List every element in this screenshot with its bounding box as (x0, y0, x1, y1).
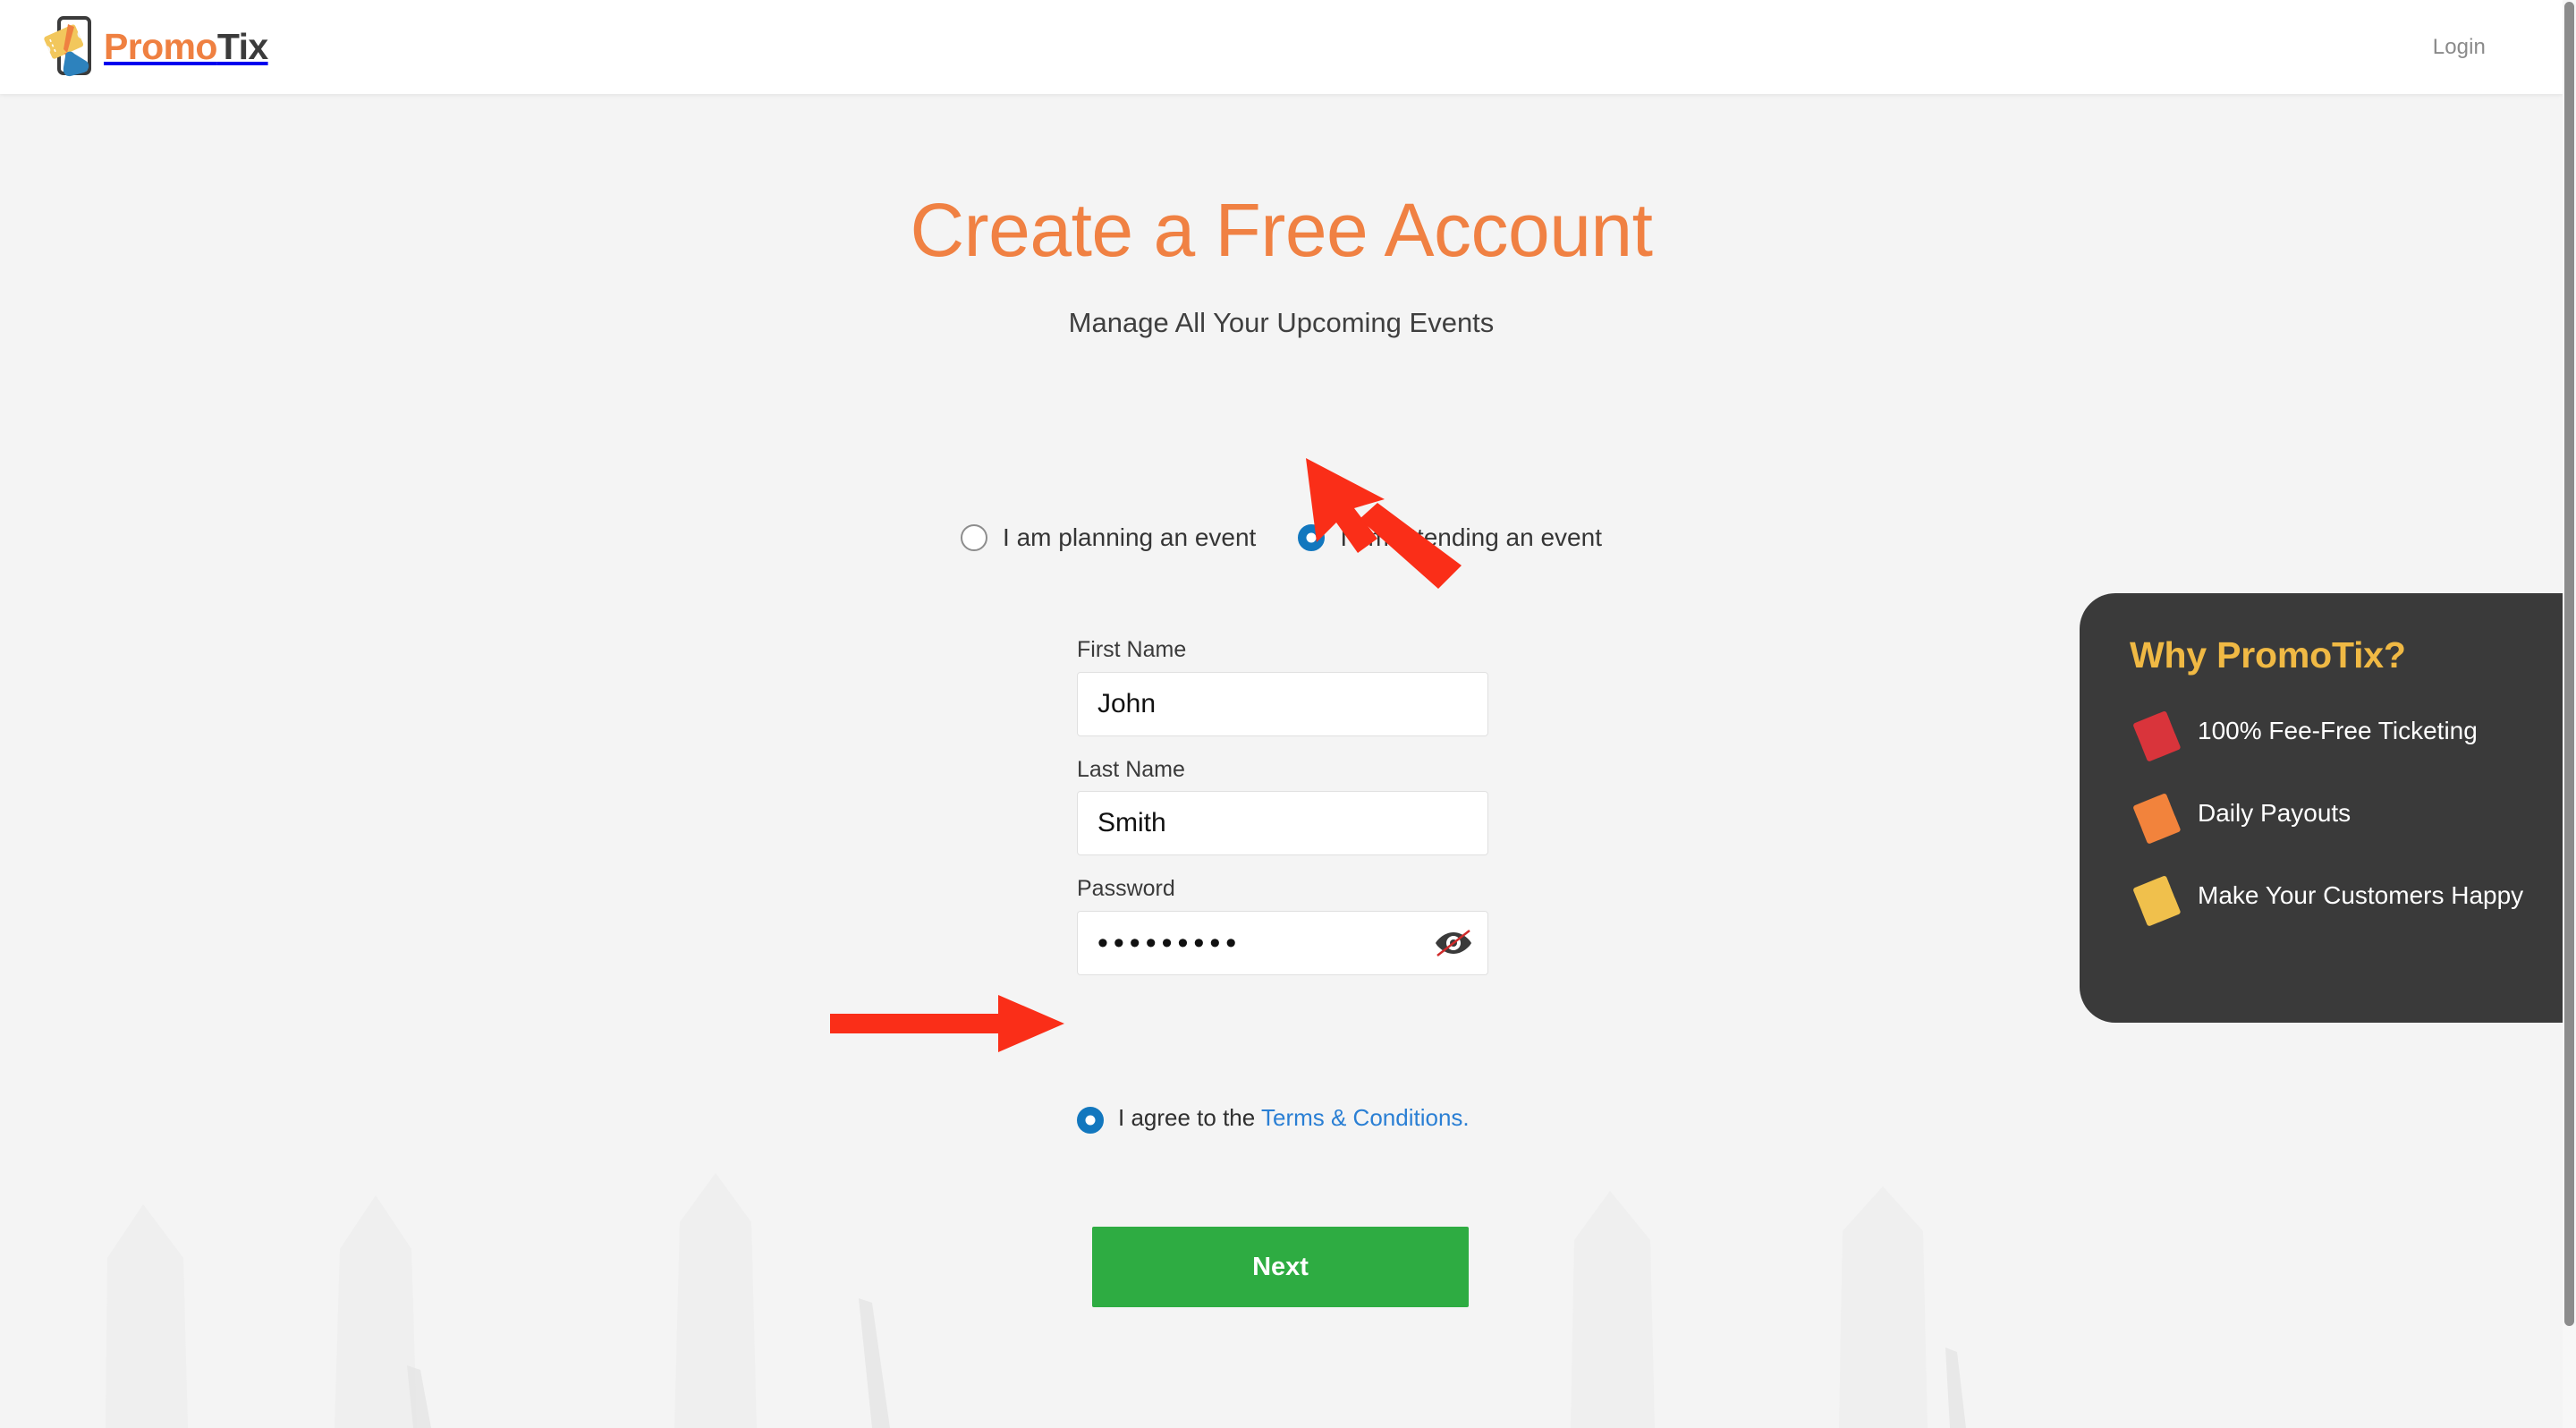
terms-and-conditions-link[interactable]: Terms & Conditions. (1261, 1104, 1470, 1131)
ticket-icon (2133, 794, 2181, 844)
terms-agreement-row: I agree to the Terms & Conditions. (1077, 1103, 1488, 1134)
field-first-name: First Name (1077, 637, 1488, 736)
brand-word-promo: Promo (104, 26, 217, 67)
why-panel-item: 100% Fee-Free Ticketing (2130, 707, 2527, 768)
brand-logo-link[interactable]: PromoTix (41, 15, 268, 80)
password-input[interactable]: ••••••••• (1077, 910, 1488, 975)
brand-wordmark: PromoTix (104, 29, 268, 65)
password-visibility-toggle-button[interactable] (1433, 925, 1474, 961)
role-label-attending: I am attending an event (1340, 523, 1602, 551)
page-title: Create a Free Account (910, 188, 1653, 272)
signup-form: First Name Last Name Password ••••••••• (1077, 637, 1488, 997)
field-last-name: Last Name (1077, 756, 1488, 855)
role-selection-group: I am planning an event I am attending an… (0, 523, 2563, 552)
password-label: Password (1077, 876, 1175, 901)
radio-agree-terms[interactable] (1077, 1107, 1104, 1134)
why-panel-item-text: 100% Fee-Free Ticketing (2198, 717, 2478, 744)
field-password: Password ••••••••• (1077, 876, 1488, 975)
site-header: PromoTix Login (0, 0, 2563, 94)
first-name-input[interactable] (1077, 671, 1488, 736)
why-panel-item: Make Your Customers Happy (2130, 871, 2527, 932)
page-subtitle: Manage All Your Upcoming Events (1068, 307, 1495, 338)
radio-planning-an-event[interactable] (961, 524, 988, 551)
vertical-scrollbar-thumb[interactable] (2564, 2, 2574, 1326)
why-promotix-panel: Why PromoTix? 100% Fee-Free Ticketing Da… (2080, 593, 2563, 1023)
why-panel-title: Why PromoTix? (2130, 634, 2406, 676)
login-link[interactable]: Login (2433, 35, 2486, 60)
password-input-wrapper: ••••••••• (1077, 910, 1488, 975)
role-option-planning[interactable]: I am planning an event (961, 523, 1256, 552)
why-panel-item: Daily Payouts (2130, 789, 2527, 850)
eye-slash-icon (1436, 929, 1471, 956)
terms-prefix: I agree to the (1118, 1104, 1261, 1131)
main-content: Create a Free Account Manage All Your Up… (0, 94, 2563, 1428)
brand-word-tix: Tix (216, 26, 268, 67)
first-name-label: First Name (1077, 637, 1187, 662)
role-label-planning: I am planning an event (1003, 523, 1257, 551)
page-root: PromoTix Login Create a Free Account Man… (0, 0, 2576, 1428)
why-panel-item-text: Daily Payouts (2198, 799, 2351, 827)
promotix-phone-ticket-logo-icon (44, 15, 91, 76)
ticket-icon (2133, 876, 2181, 926)
next-button[interactable]: Next (1092, 1227, 1469, 1307)
radio-attending-an-event[interactable] (1298, 524, 1326, 551)
last-name-input[interactable] (1077, 791, 1488, 855)
ticket-icon (2133, 711, 2181, 761)
role-option-attending[interactable]: I am attending an event (1298, 523, 1602, 552)
last-name-label: Last Name (1077, 756, 1185, 782)
terms-text: I agree to the Terms & Conditions. (1118, 1103, 1470, 1133)
why-panel-item-text: Make Your Customers Happy (2198, 881, 2524, 909)
